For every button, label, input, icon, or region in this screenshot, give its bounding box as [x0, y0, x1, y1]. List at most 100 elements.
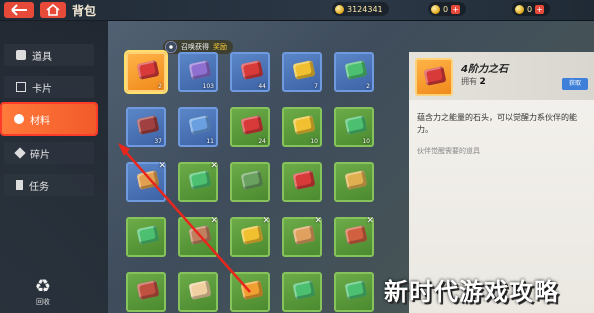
- inventory-slot[interactable]: 44: [230, 52, 270, 92]
- inventory-slot[interactable]: [126, 272, 166, 312]
- add-currency-button[interactable]: +: [535, 4, 545, 14]
- inventory-slot[interactable]: [282, 272, 322, 312]
- inventory-slot[interactable]: 11: [178, 107, 218, 147]
- sidebar-item-tasks[interactable]: 任务: [4, 174, 94, 196]
- material-item-icon: [240, 170, 264, 190]
- inventory-slot[interactable]: ✕: [126, 161, 166, 202]
- material-item-icon: [240, 115, 264, 135]
- cross-icon: ✕: [210, 161, 218, 171]
- back-button[interactable]: [4, 2, 34, 18]
- inventory-slot[interactable]: 7: [282, 52, 322, 92]
- inventory-slot[interactable]: [334, 272, 374, 312]
- item-count: 2: [366, 83, 370, 90]
- gold-coin-icon: [515, 4, 524, 14]
- sidebar-item-label: 道具: [32, 51, 52, 63]
- material-item-icon: [240, 280, 264, 300]
- sidebar-item-materials[interactable]: 材料: [2, 104, 96, 134]
- inventory-slot[interactable]: [178, 272, 218, 312]
- material-item-icon: [136, 170, 160, 190]
- currency-second: 0 +: [428, 2, 467, 16]
- item-owned: 拥有 2: [461, 76, 486, 87]
- owned-label: 拥有: [461, 77, 477, 86]
- inventory-slot[interactable]: ✕: [334, 216, 374, 257]
- inventory-slot[interactable]: 24: [230, 107, 270, 147]
- material-item-icon: [344, 170, 368, 190]
- item-count: 11: [206, 138, 214, 145]
- material-item-icon: [136, 280, 160, 300]
- cross-icon: ✕: [262, 216, 270, 226]
- material-item-icon: [292, 225, 316, 245]
- sidebar-item-cards[interactable]: 卡片: [4, 76, 94, 98]
- item-count: 24: [258, 138, 266, 145]
- recycle-label: 回收: [36, 298, 50, 306]
- category-sidebar: 道具 卡片 材料 碎片 任务 ♻ 回收: [0, 20, 108, 313]
- sidebar-item-fragments[interactable]: 碎片: [4, 142, 94, 164]
- back-arrow-icon: [11, 4, 27, 16]
- sidebar-item-label: 材料: [30, 115, 50, 127]
- inventory-slot[interactable]: [230, 272, 270, 312]
- inventory-slot[interactable]: ✕: [230, 216, 270, 257]
- material-item-icon: [292, 60, 316, 80]
- material-item-icon: [136, 115, 160, 135]
- material-icon: [14, 114, 24, 124]
- sidebar-item-label: 任务: [29, 181, 49, 193]
- cross-icon: ✕: [314, 216, 322, 226]
- material-item-icon: [292, 280, 316, 300]
- sidebar-item-label: 碎片: [30, 149, 50, 161]
- home-icon: [46, 4, 60, 16]
- card-icon: [16, 82, 26, 92]
- page-title: 背包: [72, 4, 97, 18]
- item-count: 7: [314, 83, 318, 90]
- inventory-slot[interactable]: 10: [334, 107, 374, 147]
- inventory-slot[interactable]: [334, 162, 374, 202]
- red-stone-icon: [423, 66, 447, 86]
- inventory-slot[interactable]: [282, 162, 322, 202]
- inventory-slot[interactable]: [126, 217, 166, 257]
- material-item-icon: [188, 225, 212, 245]
- gold-coin-icon: [431, 4, 440, 14]
- currency-gold: 3124341: [332, 2, 389, 16]
- currency-amount: 0: [527, 4, 533, 14]
- inventory-slot[interactable]: ✕: [178, 161, 218, 202]
- material-item-icon: [344, 280, 368, 300]
- item-count: 44: [258, 83, 266, 90]
- material-item-icon: [136, 225, 160, 245]
- item-count: 2: [158, 83, 162, 90]
- recycle-button[interactable]: ♻ 回收: [28, 277, 58, 307]
- currency-amount: 0: [443, 4, 449, 14]
- owned-count: 2: [479, 77, 486, 87]
- currency-amount: 3124341: [347, 4, 383, 14]
- material-item-icon: [240, 225, 264, 245]
- sidebar-item-items[interactable]: 道具: [4, 44, 94, 66]
- inventory-slot[interactable]: 2: [126, 52, 166, 92]
- inventory-slot[interactable]: 10: [282, 107, 322, 147]
- material-item-icon: [344, 225, 368, 245]
- inventory-slot[interactable]: [230, 162, 270, 202]
- detail-header: 4阶力之石 拥有 2 获取: [409, 52, 594, 100]
- add-currency-button[interactable]: +: [451, 4, 461, 14]
- material-grid: 2 103 44 7 2 37 11 24 10 10 ✕ ✕ ✕ ✕ ✕ ✕: [118, 40, 386, 313]
- material-item-icon: [292, 170, 316, 190]
- item-count: 37: [154, 138, 162, 145]
- material-item-icon: [344, 115, 368, 135]
- material-item-icon: [188, 60, 212, 80]
- item-usage: 伙伴觉醒需要的道具: [417, 147, 480, 155]
- watermark-text: 新时代游戏攻略: [384, 278, 559, 306]
- sidebar-item-label: 卡片: [32, 83, 52, 95]
- item-description: 蕴含力之能量的石头，可以觉醒力系伙伴的能力。: [417, 113, 577, 134]
- item-icon: [415, 58, 453, 96]
- recycle-icon: ♻: [34, 276, 52, 297]
- obtain-button[interactable]: 获取: [562, 78, 588, 90]
- currency-third: 0 +: [512, 2, 551, 16]
- item-count: 10: [310, 138, 318, 145]
- cross-icon: ✕: [158, 161, 166, 171]
- material-item-icon: [188, 115, 212, 135]
- home-button[interactable]: [40, 2, 66, 18]
- fragment-icon: [14, 147, 26, 159]
- inventory-slot[interactable]: 37: [126, 107, 166, 147]
- inventory-slot[interactable]: ✕: [178, 216, 218, 257]
- inventory-slot[interactable]: 103: [178, 52, 218, 92]
- inventory-slot[interactable]: ✕: [282, 216, 322, 257]
- material-item-icon: [292, 115, 316, 135]
- inventory-slot[interactable]: 2: [334, 52, 374, 92]
